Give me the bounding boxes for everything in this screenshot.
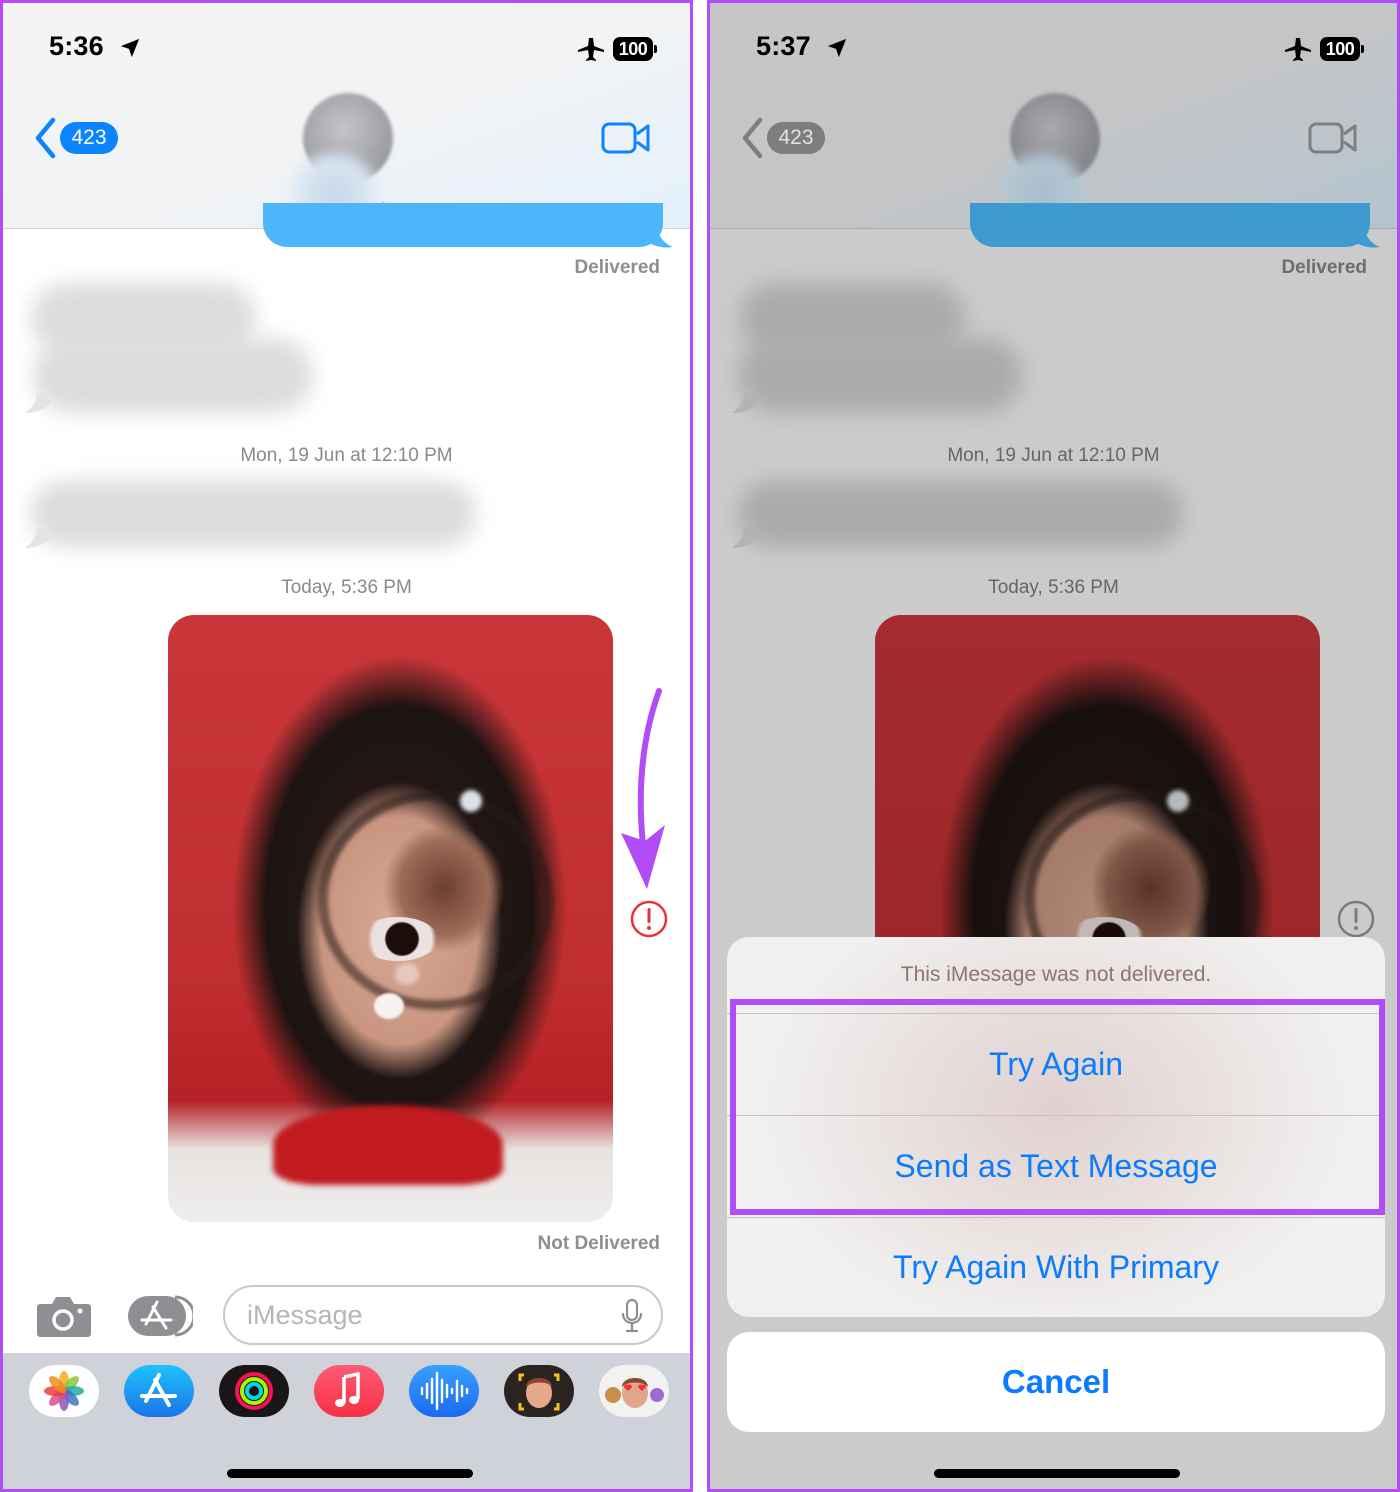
bubble-tail xyxy=(25,393,51,413)
imessage-input[interactable]: iMessage xyxy=(223,1285,663,1345)
sent-message-bubble[interactable] xyxy=(263,203,663,247)
bubble-tail xyxy=(25,528,51,548)
location-arrow-icon xyxy=(120,38,140,58)
delivered-receipt: Delivered xyxy=(574,257,660,278)
home-indicator[interactable] xyxy=(934,1469,1180,1478)
app-store-icon xyxy=(140,1373,177,1407)
received-message-redacted[interactable] xyxy=(31,481,476,547)
imessage-placeholder: iMessage xyxy=(247,1300,363,1330)
battery-indicator: 100 xyxy=(613,37,657,61)
app-memoji-stickers[interactable] xyxy=(599,1365,669,1417)
timestamp: Today, 5:36 PM xyxy=(988,577,1119,598)
back-unread-badge[interactable]: 423 xyxy=(767,122,825,154)
left-screen: 5:36 100 423 › Delivered Mon, 19 Jun at … xyxy=(0,0,693,1492)
timestamp: Mon, 19 Jun at 12:10 PM xyxy=(240,445,453,466)
bubble-tail xyxy=(732,528,758,548)
airplane-icon xyxy=(1285,38,1311,61)
not-delivered-receipt: Not Delivered xyxy=(537,1233,660,1254)
photos-icon xyxy=(44,1371,84,1411)
activity-rings-icon xyxy=(235,1372,273,1410)
chevron-left-icon[interactable] xyxy=(33,117,57,159)
camera-icon[interactable] xyxy=(36,1294,92,1338)
video-camera-icon[interactable] xyxy=(1308,121,1358,155)
timestamp: Mon, 19 Jun at 12:10 PM xyxy=(947,445,1160,466)
app-activity[interactable] xyxy=(219,1365,289,1417)
received-message-redacted[interactable] xyxy=(33,338,313,413)
bubble-tail xyxy=(732,393,758,413)
status-time: 5:37 xyxy=(756,31,811,61)
right-screen: 5:37 100 423 Delivered Mon, 19 Jun at 12… xyxy=(707,0,1400,1492)
app-memoji[interactable] xyxy=(504,1365,574,1417)
back-unread-badge[interactable]: 423 xyxy=(60,122,118,154)
sent-message-bubble[interactable] xyxy=(970,203,1370,247)
annotation-arrow-icon xyxy=(621,688,665,889)
cancel-button[interactable]: Cancel xyxy=(727,1332,1385,1432)
timestamp: Today, 5:36 PM xyxy=(281,577,412,598)
conversation-header: 5:37 100 423 xyxy=(710,3,1397,233)
exclamation-circle-icon[interactable] xyxy=(629,899,669,939)
video-camera-icon[interactable] xyxy=(601,121,651,155)
app-photos[interactable] xyxy=(29,1365,99,1417)
battery-indicator: 100 xyxy=(1320,37,1364,61)
received-message-redacted[interactable] xyxy=(738,338,1022,413)
exclamation-circle-icon[interactable] xyxy=(1336,899,1376,939)
bubble-tail xyxy=(1350,223,1380,248)
annotation-highlight-box xyxy=(730,999,1385,1215)
chevron-left-icon[interactable] xyxy=(740,117,764,159)
received-message-redacted[interactable] xyxy=(738,481,1183,547)
action-sheet-title: This iMessage was not delivered. xyxy=(900,963,1212,986)
home-indicator[interactable] xyxy=(227,1469,473,1478)
music-note-icon xyxy=(335,1371,360,1407)
conversation-header: 5:36 100 423 › xyxy=(3,3,690,233)
app-music[interactable] xyxy=(314,1365,384,1417)
try-again-with-primary-button[interactable]: Try Again With Primary xyxy=(727,1217,1385,1317)
app-audio-message[interactable] xyxy=(409,1365,479,1417)
delivered-receipt: Delivered xyxy=(1281,257,1367,278)
app-store-icon[interactable] xyxy=(127,1294,193,1338)
waveform-icon xyxy=(420,1371,469,1411)
airplane-icon xyxy=(578,38,604,61)
location-arrow-icon xyxy=(827,38,847,58)
memoji-stickers-icon xyxy=(605,1378,664,1408)
bubble-tail xyxy=(643,223,673,248)
status-time: 5:36 xyxy=(49,31,104,61)
microphone-icon[interactable] xyxy=(621,1299,643,1333)
memoji-icon xyxy=(518,1373,560,1411)
sent-photo-message[interactable] xyxy=(168,615,613,1222)
app-app-store[interactable] xyxy=(124,1365,194,1417)
